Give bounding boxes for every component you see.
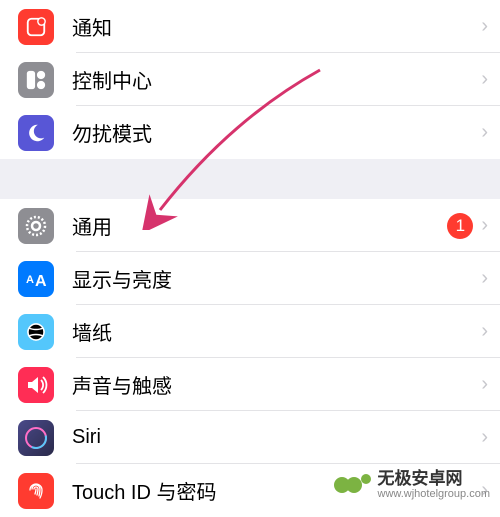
dnd-icon xyxy=(18,115,54,151)
chevron-right-icon: › xyxy=(481,373,488,396)
row-label: 声音与触感 xyxy=(72,370,481,399)
watermark-url: www.wjhotelgroup.com xyxy=(378,488,491,500)
row-label: 控制中心 xyxy=(72,65,481,94)
row-control-center[interactable]: 控制中心 › xyxy=(0,53,500,106)
chevron-right-icon: › xyxy=(481,214,488,237)
row-siri[interactable]: Siri › xyxy=(0,411,500,464)
chevron-right-icon: › xyxy=(481,121,488,144)
group-separator xyxy=(0,159,500,199)
row-general[interactable]: 通用 1 › xyxy=(0,199,500,252)
display-icon: AA xyxy=(18,261,54,297)
siri-icon xyxy=(18,420,54,456)
chevron-right-icon: › xyxy=(481,426,488,449)
row-label: 通用 xyxy=(72,211,447,240)
row-label: 通知 xyxy=(72,12,481,41)
row-label: 显示与亮度 xyxy=(72,264,481,293)
watermark-title: 无极安卓网 xyxy=(378,470,491,489)
svg-text:A: A xyxy=(26,274,34,286)
row-display-brightness[interactable]: AA 显示与亮度 › xyxy=(0,252,500,305)
row-do-not-disturb[interactable]: 勿扰模式 › xyxy=(0,106,500,159)
chevron-right-icon: › xyxy=(481,15,488,38)
control-center-icon xyxy=(18,62,54,98)
settings-group-1: 通知 › 控制中心 › 勿扰模式 › xyxy=(0,0,500,159)
chevron-right-icon: › xyxy=(481,267,488,290)
gear-icon xyxy=(18,208,54,244)
row-notifications[interactable]: 通知 › xyxy=(0,0,500,53)
chevron-right-icon: › xyxy=(481,320,488,343)
row-sounds-haptics[interactable]: 声音与触感 › xyxy=(0,358,500,411)
row-wallpaper[interactable]: 墙纸 › xyxy=(0,305,500,358)
watermark-logo-icon xyxy=(332,465,372,505)
row-label: 勿扰模式 xyxy=(72,118,481,147)
watermark: 无极安卓网 www.wjhotelgroup.com xyxy=(332,465,491,505)
row-label: 墙纸 xyxy=(72,317,481,346)
badge-count: 1 xyxy=(447,213,473,239)
notifications-icon xyxy=(18,9,54,45)
wallpaper-icon xyxy=(18,314,54,350)
touchid-icon xyxy=(18,473,54,509)
chevron-right-icon: › xyxy=(481,68,488,91)
row-label: Siri xyxy=(72,426,481,449)
svg-text:A: A xyxy=(35,273,47,289)
sounds-icon xyxy=(18,367,54,403)
